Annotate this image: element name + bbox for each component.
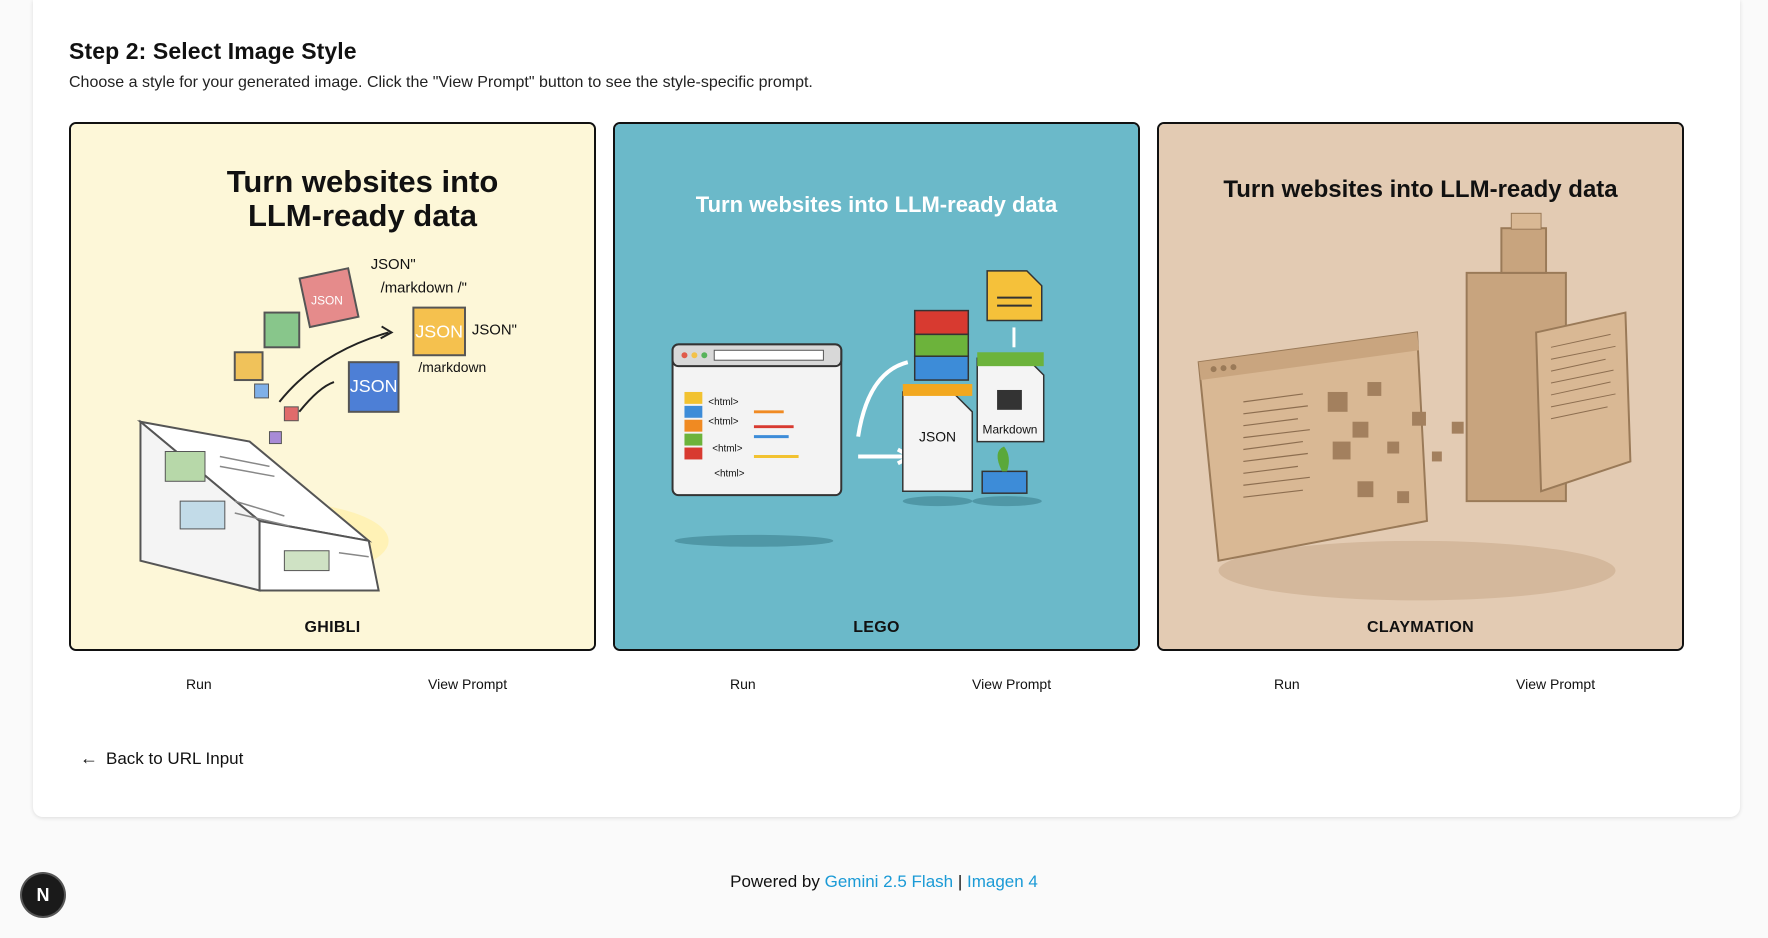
run-button-lego[interactable]: Run [722,672,764,696]
gemini-link[interactable]: Gemini 2.5 Flash [825,872,954,891]
n-badge[interactable]: N [22,874,64,916]
back-to-url-input-link[interactable]: ← Back to URL Input [80,748,243,769]
ghibli-label-json-1: JSON" [371,257,416,273]
ghibli-image-title-line1: Turn websites into [226,164,499,199]
view-prompt-button-lego[interactable]: View Prompt [964,672,1059,696]
ghibli-label-markdown-2: /markdown [418,359,486,375]
run-button-ghibli[interactable]: Run [178,672,220,696]
footer-separator: | [953,872,967,891]
card-label-lego: LEGO [853,619,900,636]
ghibli-cube-json-1: JSON [311,294,343,308]
lego-code-line-4: <html> [714,468,744,479]
ghibli-cube-json-3: JSON [350,376,398,396]
step-title: Step 2: Select Image Style [69,38,357,64]
view-prompt-button-claymation[interactable]: View Prompt [1508,672,1603,696]
lego-doc-json: JSON [919,429,956,445]
ghibli-cube-json-2: JSON [415,321,463,341]
lego-code-line-1: <html> [708,397,738,408]
footer: Powered by Gemini 2.5 Flash | Imagen 4 [0,872,1768,892]
ghibli-image-title-line2: LLM-ready data [247,198,478,233]
card-label-ghibli: GHIBLI [304,619,361,636]
lego-image-title: Turn websites into LLM-ready data [695,192,1058,217]
ghibli-label-json-2: JSON" [472,322,517,338]
run-button-claymation[interactable]: Run [1266,672,1308,696]
lego-code-line-2: <html> [708,417,738,428]
footer-prefix: Powered by [730,872,825,891]
imagen-link[interactable]: Imagen 4 [967,872,1038,891]
arrow-left-icon: ← [80,748,98,768]
claymation-image-title: Turn websites into LLM-ready data [1223,176,1618,203]
style-card-claymation[interactable]: Turn websites into LLM-ready data CLAYMA… [1157,122,1684,651]
lego-code-line-3: <html> [712,444,742,455]
lego-doc-markdown: Markdown [983,423,1038,437]
view-prompt-button-ghibli[interactable]: View Prompt [420,672,515,696]
back-link-label: Back to URL Input [106,748,244,768]
style-card-ghibli[interactable]: JSON JSON JSON JSON" /markdown /" JSON" … [69,122,596,651]
card-label-claymation: CLAYMATION [1367,619,1474,636]
style-card-lego[interactable]: <html> <html> <html> <html> JSON Markdow… [613,122,1140,651]
step-description: Choose a style for your generated image.… [69,74,813,91]
ghibli-label-markdown-1: /markdown /" [381,281,467,297]
